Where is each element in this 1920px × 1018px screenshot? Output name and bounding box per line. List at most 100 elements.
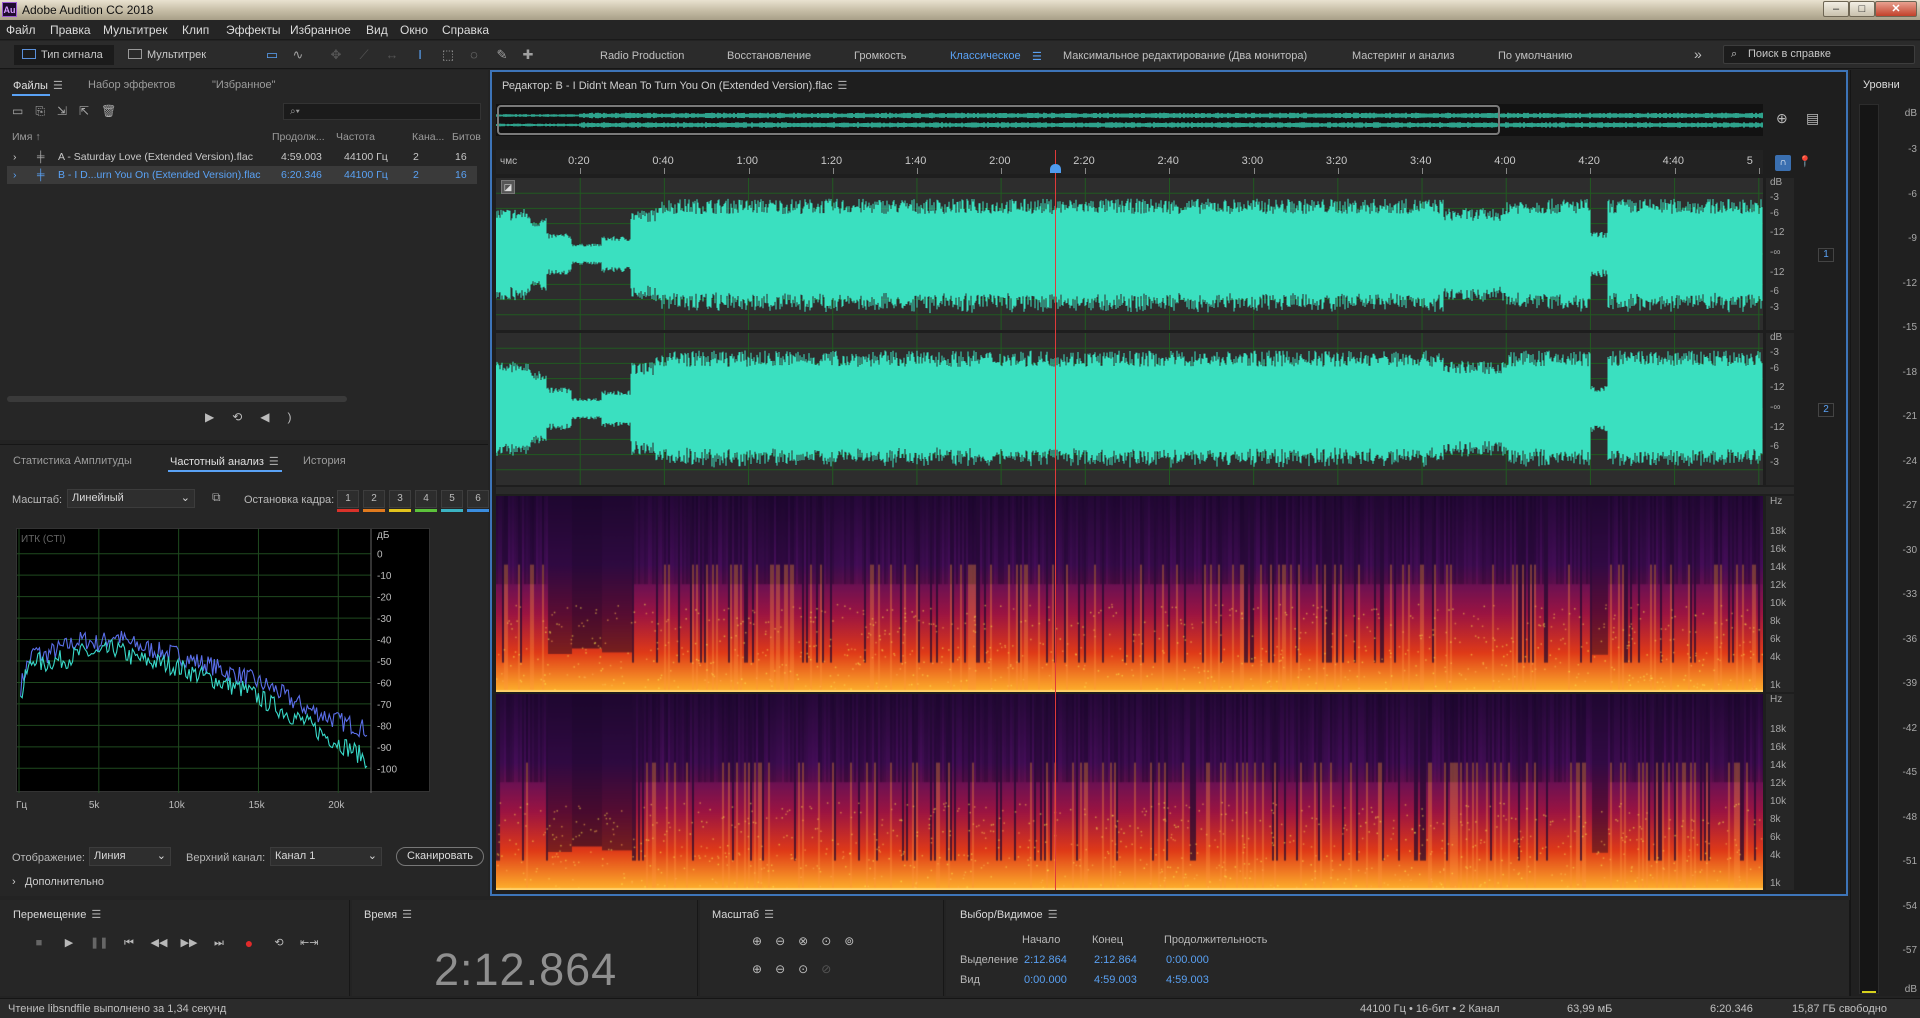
menu-help[interactable]: Справка [442,23,489,37]
lasso-tool-icon[interactable]: ◌ [466,47,482,63]
visible-range-box[interactable] [497,105,1500,135]
fast-forward-icon[interactable]: ▶▶ [180,934,198,952]
playhead-handle[interactable] [1050,164,1062,173]
razor-tool-icon[interactable]: ⟋ [356,47,372,63]
selection-duration[interactable]: 0:00.000 [1166,954,1209,966]
pause-icon[interactable]: ❚❚ [90,934,108,952]
import-file-icon[interactable]: ⎘ [35,104,57,118]
export-icon[interactable]: ⇱ [79,104,101,118]
scale-dropdown[interactable]: Линейный ⌄ [67,489,195,508]
col-channels[interactable]: Кана... [412,131,444,143]
zoom-selection-icon[interactable]: ⊙ [798,962,821,976]
workspace-menu-icon[interactable]: ☰ [1032,50,1042,63]
panel-menu-icon[interactable]: ☰ [53,79,63,92]
time-selection-tool-icon[interactable]: I [412,47,428,63]
zoom-out-time-icon[interactable]: ⊖ [775,962,798,976]
expand-chevron-icon[interactable]: › [13,148,17,166]
maximize-button[interactable]: □ [1849,1,1875,17]
menu-view[interactable]: Вид [366,23,388,37]
col-name[interactable]: Имя ↑ [12,131,41,143]
files-scrollbar[interactable] [7,396,347,402]
freeze-button-1[interactable]: 1 [337,490,359,512]
slip-tool-icon[interactable]: ↔ [384,47,400,63]
workspace-mastering[interactable]: Мастеринг и анализ [1352,50,1454,62]
tab-effects-rack[interactable]: Набор эффектов [88,79,175,91]
zoom-left-edge-icon[interactable]: ⊘ [821,962,844,976]
waveform-mode-button[interactable]: Тип сигнала [14,45,114,65]
expand-chevron-icon[interactable]: › [13,166,17,184]
zoom-in-time-icon[interactable]: ⊕ [752,962,775,976]
overflow-chevron-icon[interactable]: » [1694,46,1702,62]
workspace-restoration[interactable]: Восстановление [727,50,811,62]
view-start[interactable]: 0:00.000 [1024,974,1067,986]
play-icon[interactable]: ▶ [60,934,78,952]
multitrack-mode-button[interactable]: Мультитрек [124,45,224,65]
panel-menu-icon[interactable]: ☰ [402,908,412,921]
loop-icon[interactable]: ⟲ [270,934,288,952]
menu-edit[interactable]: Правка [50,23,91,37]
zoom-in-point-icon[interactable]: ⊙ [821,934,844,948]
channel-1-badge[interactable]: 1 [1818,248,1834,262]
snap-icon[interactable]: ∩ [1775,155,1791,171]
autoplay-icon[interactable]: ◀) [260,410,309,424]
zoom-out-full-icon[interactable]: ⊗ [798,934,821,948]
col-duration[interactable]: Продолж... [272,131,325,143]
panel-menu-icon[interactable]: ☰ [838,79,848,92]
spot-healing-tool-icon[interactable]: ✚ [520,47,536,63]
file-row-selected[interactable]: › ╪ B - I D...urn You On (Extended Versi… [7,166,477,184]
files-search-input[interactable]: ⌕▾ [283,103,481,120]
display-dropdown[interactable]: Линия ⌄ [89,847,171,866]
tab-history[interactable]: История [303,455,346,467]
workspace-max-editing[interactable]: Максимальное редактирование (Два монитор… [1063,50,1307,62]
selection-start[interactable]: 2:12.864 [1024,954,1067,966]
waveform-view-icon[interactable]: ▭ [264,47,280,63]
preview-play-icon[interactable]: ▶ [205,410,232,424]
menu-effects[interactable]: Эффекты [226,23,281,37]
waveform-channel-1[interactable] [496,178,1763,330]
view-duration[interactable]: 4:59.003 [1166,974,1209,986]
move-tool-icon[interactable]: ✥ [328,47,344,63]
rewind-icon[interactable]: ◀◀ [150,934,168,952]
menu-window[interactable]: Окно [400,23,428,37]
view-end[interactable]: 4:59.003 [1094,974,1137,986]
go-to-end-icon[interactable]: ⏭ [210,934,228,952]
marker-pin-icon[interactable]: 📍 [1798,155,1812,168]
freeze-button-4[interactable]: 4 [415,490,437,512]
panel-menu-icon[interactable]: ☰ [764,908,774,921]
tab-amplitude-stats[interactable]: Статистика Амплитуды [13,455,132,467]
delete-icon[interactable]: 🗑 [101,104,128,118]
workspace-classic[interactable]: Классическое [950,50,1021,62]
workspace-radio-production[interactable]: Radio Production [600,50,684,62]
editor-title[interactable]: Редактор: B - I Didn't Mean To Turn You … [502,79,847,92]
panel-menu-icon[interactable]: ☰ [91,908,101,921]
marquee-tool-icon[interactable]: ⬚ [440,47,456,63]
selection-end[interactable]: 2:12.864 [1094,954,1137,966]
playhead[interactable] [1055,150,1057,890]
workspace-default[interactable]: По умолчанию [1498,50,1572,62]
overview-options-icon[interactable]: ▤ [1806,110,1819,127]
close-button[interactable]: ✕ [1875,1,1917,17]
channel-2-badge[interactable]: 2 [1818,403,1834,417]
preview-loop-icon[interactable]: ⟲ [232,410,260,424]
hud-toggle-icon[interactable]: ◪ [501,180,515,194]
overview-waveform[interactable] [496,104,1763,136]
freeze-button-3[interactable]: 3 [389,490,411,512]
view-splitter[interactable] [496,487,1794,494]
time-ruler[interactable]: чмс 0:20 0:40 1:00 1:20 1:40 2:00 2:20 2:40 3:00 3… [496,150,1763,174]
scan-button[interactable]: Сканировать [396,847,484,866]
tab-frequency-analysis[interactable]: Частотный анализ ☰ [170,455,279,468]
panel-menu-icon[interactable]: ☰ [1048,908,1058,921]
waveform-channel-2[interactable] [496,333,1763,485]
zoom-to-fit-icon[interactable]: ⊕ [1776,110,1788,127]
minimize-button[interactable]: – [1823,1,1849,17]
open-file-icon[interactable]: ▭ [12,104,35,118]
freeze-button-2[interactable]: 2 [363,490,385,512]
workspace-loudness[interactable]: Громкость [854,50,906,62]
stop-icon[interactable]: ■ [30,934,48,952]
insert-icon[interactable]: ⇲ [57,104,79,118]
col-bits[interactable]: Битов [452,131,481,143]
help-search-input[interactable]: ⌕ Поиск в справке [1723,45,1915,64]
skip-selection-icon[interactable]: ⇤⇥ [300,934,318,952]
zoom-out-amplitude-icon[interactable]: ⊖ [775,934,798,948]
file-row[interactable]: › ╪ A - Saturday Love (Extended Version)… [7,148,477,166]
